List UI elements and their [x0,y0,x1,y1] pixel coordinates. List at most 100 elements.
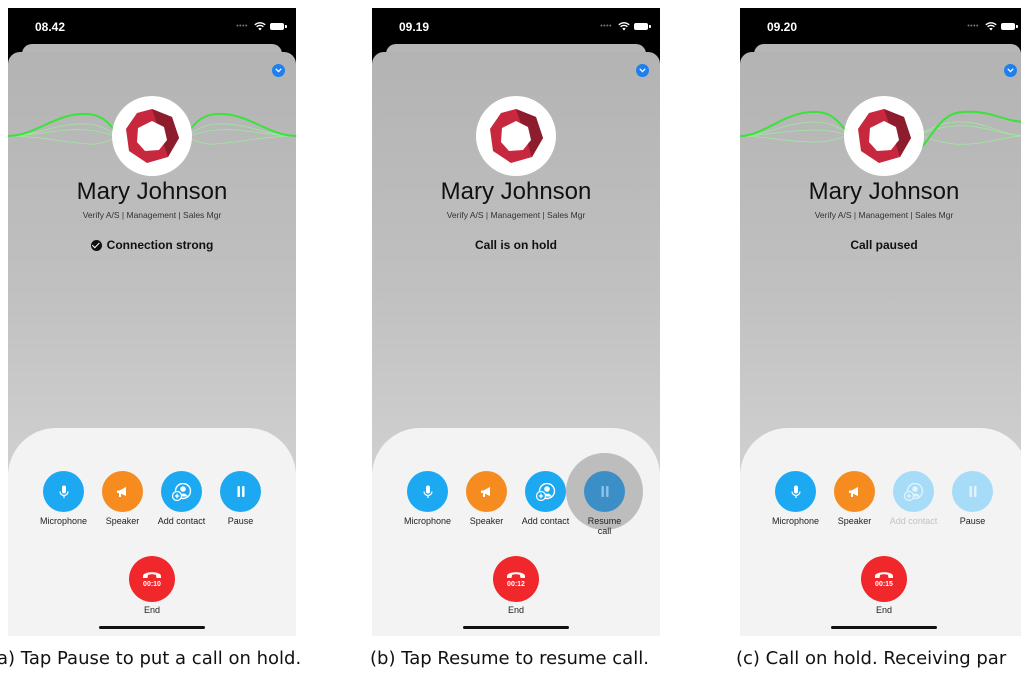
add-contact-control: Add contact [158,471,205,526]
speaker-control: Speaker [834,471,875,526]
speaker-button[interactable] [466,471,507,512]
end-call-button[interactable]: 00:10 [129,556,175,602]
signal-icon: •••• [236,23,248,30]
microphone-control: Microphone [771,471,820,526]
home-indicator[interactable] [99,626,205,629]
pause-control: Pause [952,471,993,526]
contact-name: Mary Johnson [76,178,228,205]
call-timer: 00:12 [507,581,525,588]
chevron-down-icon[interactable] [1004,64,1017,77]
pause-icon [237,486,244,497]
resume-button[interactable] [584,471,625,512]
caption-c: (c) Call on hold. Receiving par [736,648,1007,669]
contact-avatar [844,96,924,176]
resume-label: Resume call [587,516,622,536]
microphone-button[interactable] [43,471,84,512]
add-contact-icon [903,482,923,501]
end-label: End [875,605,892,615]
add-contact-label: Add contact [521,516,570,526]
add-contact-icon [171,482,191,501]
checkmark-icon [90,239,102,251]
end-call-button[interactable]: 00:15 [861,556,907,602]
status-clock: 09.19 [399,20,430,34]
contact-name: Mary Johnson [440,178,592,205]
speaker-label: Speaker [469,516,504,526]
call-card: Mary Johnson Verify A/S | Management | S… [740,52,1021,636]
status-clock: 09.20 [767,20,798,34]
chevron-down-icon[interactable] [636,64,649,77]
microphone-label: Microphone [403,516,452,526]
speaker-button[interactable] [102,471,143,512]
wifi-icon [985,22,997,31]
caption-a: (a) Tap Pause to put a call on hold. [0,648,302,669]
call-status: Connection strong [8,238,296,252]
pause-label: Pause [227,516,254,526]
status-clock: 08.42 [35,20,66,34]
add-contact-control: Add contact [890,471,937,526]
end-label: End [143,605,160,615]
add-contact-button[interactable] [161,471,202,512]
pause-control: Pause [220,471,261,526]
add-contact-control: Add contact [522,471,569,536]
call-status: Call paused [740,238,1021,252]
call-status-text: Connection strong [106,238,214,252]
caption-b: (b) Tap Resume to resume call. [370,648,649,669]
wifi-icon [618,22,630,31]
contact-role: Verify A/S | Management | Sales Mgr [814,210,954,220]
battery-icon [1001,23,1018,30]
call-timer: 00:15 [875,581,893,588]
wifi-icon [254,22,266,31]
hang-up-icon [875,572,893,578]
pause-button[interactable] [952,471,993,512]
end-label: End [507,605,524,615]
call-card: Mary Johnson Verify A/S | Management | S… [372,52,660,636]
contact-name: Mary Johnson [808,178,960,205]
controls-panel: Microphone Speaker Add contact [740,428,1021,636]
speaker-label: Speaker [105,516,140,526]
phone-screen-c: 09.20 •••• Mary Johnson Verify A/S | Man… [740,8,1021,636]
speaker-button[interactable] [834,471,875,512]
call-status: Call is on hold [372,238,660,252]
microphone-icon [422,485,433,498]
microphone-button[interactable] [407,471,448,512]
end-call-button[interactable]: 00:12 [493,556,539,602]
microphone-label: Microphone [39,516,88,526]
contact-avatar [476,96,556,176]
hang-up-icon [507,572,525,578]
speaker-control: Speaker [466,471,507,536]
microphone-icon [790,485,801,498]
chevron-down-icon[interactable] [272,64,285,77]
speaker-control: Speaker [102,471,143,526]
contact-role: Verify A/S | Management | Sales Mgr [446,210,586,220]
microphone-button[interactable] [775,471,816,512]
controls-panel: Microphone Speaker Add contact [8,428,296,636]
microphone-icon [58,485,69,498]
phone-screen-a: 08.42 •••• Mary Johnson Verify A/S | Man… [8,8,296,636]
battery-icon [270,23,287,30]
home-indicator[interactable] [463,626,569,629]
signal-icon: •••• [967,23,979,30]
speaker-label: Speaker [837,516,872,526]
resume-control: Resume call [566,453,643,536]
call-status-text: Call paused [850,238,918,252]
pause-icon [969,486,976,497]
megaphone-icon [849,486,858,497]
call-timer: 00:10 [143,581,161,588]
microphone-control: Microphone [39,471,88,526]
megaphone-icon [481,486,490,497]
add-contact-icon [535,482,555,501]
controls-panel: Microphone Speaker Add contact [372,428,660,636]
microphone-label: Microphone [771,516,820,526]
pause-icon [601,486,608,497]
home-indicator[interactable] [831,626,937,629]
add-contact-button[interactable] [525,471,566,512]
add-contact-label: Add contact [157,516,206,526]
contact-avatar [112,96,192,176]
pause-button[interactable] [220,471,261,512]
hang-up-icon [143,572,161,578]
add-contact-label: Add contact [889,516,938,526]
megaphone-icon [117,486,126,497]
call-card: Mary Johnson Verify A/S | Management | S… [8,52,296,636]
microphone-control: Microphone [403,471,452,536]
pause-label: Pause [959,516,986,526]
